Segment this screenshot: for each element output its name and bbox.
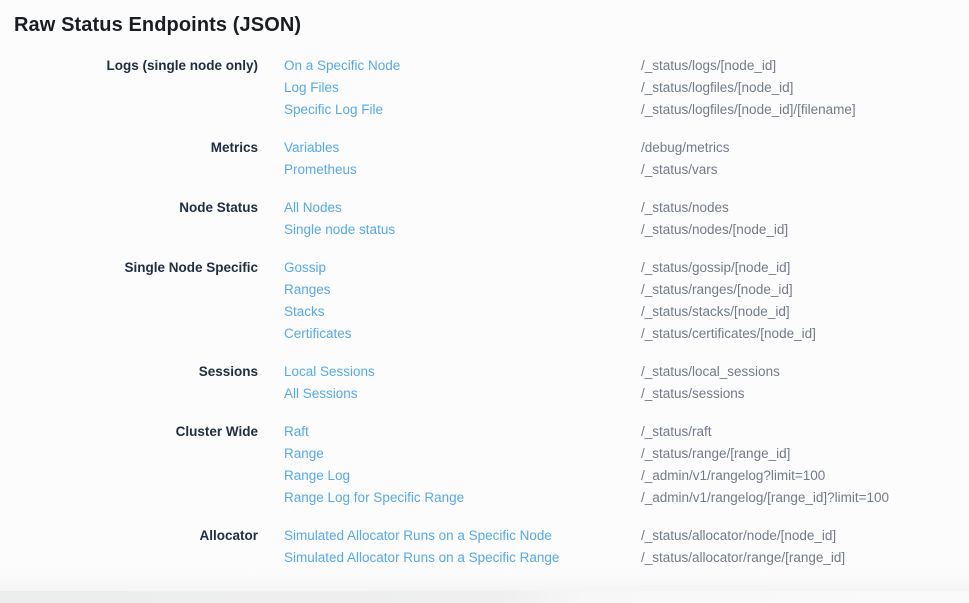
endpoint-link[interactable]: Log Files — [284, 77, 641, 99]
endpoint-category-label: Allocator — [14, 525, 258, 547]
endpoint-link[interactable]: Specific Log File — [284, 99, 641, 121]
endpoint-link[interactable]: Gossip — [284, 257, 641, 279]
endpoint-row: Stacks /_status/stacks/[node_id] — [284, 301, 955, 323]
endpoint-group-rows: Simulated Allocator Runs on a Specific N… — [284, 525, 955, 569]
endpoint-group: Logs (single node only) On a Specific No… — [14, 55, 955, 121]
endpoint-link[interactable]: Simulated Allocator Runs on a Specific N… — [284, 525, 641, 547]
endpoint-group-rows: Raft /_status/raft Range /_status/range/… — [284, 421, 955, 509]
endpoint-path: /_status/raft — [641, 421, 712, 443]
endpoint-row: Range /_status/range/[range_id] — [284, 443, 955, 465]
debug-endpoints-page: Raw Status Endpoints (JSON) Logs (single… — [0, 0, 969, 569]
endpoint-group: Cluster Wide Raft /_status/raft Range /_… — [14, 421, 955, 509]
endpoint-link[interactable]: All Sessions — [284, 383, 641, 405]
endpoint-row: Local Sessions /_status/local_sessions — [284, 361, 955, 383]
endpoint-link[interactable]: Certificates — [284, 323, 641, 345]
endpoint-category-label: Cluster Wide — [14, 421, 258, 443]
endpoint-group: Metrics Variables /debug/metrics Prometh… — [14, 137, 955, 181]
endpoint-path: /_status/local_sessions — [641, 361, 780, 383]
endpoint-group-rows: On a Specific Node /_status/logs/[node_i… — [284, 55, 955, 121]
endpoint-link[interactable]: Prometheus — [284, 159, 641, 181]
endpoint-path: /_status/vars — [641, 159, 718, 181]
endpoint-link[interactable]: Ranges — [284, 279, 641, 301]
endpoint-category-label: Logs (single node only) — [14, 55, 258, 77]
endpoint-row: Prometheus /_status/vars — [284, 159, 955, 181]
endpoint-group-rows: Gossip /_status/gossip/[node_id] Ranges … — [284, 257, 955, 345]
endpoint-path: /_status/nodes/[node_id] — [641, 219, 788, 241]
endpoint-row: Simulated Allocator Runs on a Specific N… — [284, 525, 955, 547]
endpoint-path: /_status/sessions — [641, 383, 745, 405]
endpoint-link[interactable]: Single node status — [284, 219, 641, 241]
endpoint-group: Node Status All Nodes /_status/nodes Sin… — [14, 197, 955, 241]
endpoint-row: Ranges /_status/ranges/[node_id] — [284, 279, 955, 301]
endpoint-path: /_status/ranges/[node_id] — [641, 279, 793, 301]
endpoint-group-rows: Local Sessions /_status/local_sessions A… — [284, 361, 955, 405]
endpoint-row: Variables /debug/metrics — [284, 137, 955, 159]
endpoint-path: /_status/range/[range_id] — [641, 443, 790, 465]
endpoint-link[interactable]: Raft — [284, 421, 641, 443]
endpoint-path: /_status/logfiles/[node_id]/[filename] — [641, 99, 856, 121]
endpoint-group: Single Node Specific Gossip /_status/gos… — [14, 257, 955, 345]
endpoint-category-label: Sessions — [14, 361, 258, 383]
endpoint-group: Sessions Local Sessions /_status/local_s… — [14, 361, 955, 405]
endpoint-path: /_admin/v1/rangelog?limit=100 — [641, 465, 825, 487]
endpoint-link[interactable]: Variables — [284, 137, 641, 159]
endpoint-path: /debug/metrics — [641, 137, 730, 159]
footer-fade — [0, 573, 969, 591]
endpoint-path: /_status/nodes — [641, 197, 729, 219]
endpoint-row: Certificates /_status/certificates/[node… — [284, 323, 955, 345]
endpoint-row: All Nodes /_status/nodes — [284, 197, 955, 219]
endpoint-row: All Sessions /_status/sessions — [284, 383, 955, 405]
endpoint-link[interactable]: Local Sessions — [284, 361, 641, 383]
endpoint-group-rows: Variables /debug/metrics Prometheus /_st… — [284, 137, 955, 181]
endpoint-row: Specific Log File /_status/logfiles/[nod… — [284, 99, 955, 121]
endpoint-link[interactable]: On a Specific Node — [284, 55, 641, 77]
endpoint-row: On a Specific Node /_status/logs/[node_i… — [284, 55, 955, 77]
endpoint-link[interactable]: Range — [284, 443, 641, 465]
endpoint-path: /_status/gossip/[node_id] — [641, 257, 790, 279]
endpoint-category-label: Metrics — [14, 137, 258, 159]
endpoint-category-label: Node Status — [14, 197, 258, 219]
endpoint-row: Single node status /_status/nodes/[node_… — [284, 219, 955, 241]
endpoint-row: Gossip /_status/gossip/[node_id] — [284, 257, 955, 279]
endpoint-link[interactable]: Range Log for Specific Range — [284, 487, 641, 509]
endpoint-path: /_status/stacks/[node_id] — [641, 301, 790, 323]
endpoint-row: Range Log for Specific Range /_admin/v1/… — [284, 487, 955, 509]
endpoint-group: Allocator Simulated Allocator Runs on a … — [14, 525, 955, 569]
endpoint-path: /_status/logs/[node_id] — [641, 55, 776, 77]
endpoint-link[interactable]: All Nodes — [284, 197, 641, 219]
endpoint-path: /_status/allocator/node/[node_id] — [641, 525, 836, 547]
page-title: Raw Status Endpoints (JSON) — [14, 13, 955, 37]
endpoint-link[interactable]: Simulated Allocator Runs on a Specific R… — [284, 547, 641, 569]
endpoint-row: Simulated Allocator Runs on a Specific R… — [284, 547, 955, 569]
endpoint-link[interactable]: Stacks — [284, 301, 641, 323]
endpoint-category-label: Single Node Specific — [14, 257, 258, 279]
endpoints-table: Logs (single node only) On a Specific No… — [14, 55, 955, 569]
endpoint-link[interactable]: Range Log — [284, 465, 641, 487]
endpoint-path: /_admin/v1/rangelog/[range_id]?limit=100 — [641, 487, 889, 509]
endpoint-row: Raft /_status/raft — [284, 421, 955, 443]
endpoint-row: Range Log /_admin/v1/rangelog?limit=100 — [284, 465, 955, 487]
endpoint-row: Log Files /_status/logfiles/[node_id] — [284, 77, 955, 99]
endpoint-path: /_status/logfiles/[node_id] — [641, 77, 793, 99]
endpoint-path: /_status/allocator/range/[range_id] — [641, 547, 845, 569]
endpoint-group-rows: All Nodes /_status/nodes Single node sta… — [284, 197, 955, 241]
endpoint-path: /_status/certificates/[node_id] — [641, 323, 816, 345]
footer-strip — [0, 591, 969, 603]
